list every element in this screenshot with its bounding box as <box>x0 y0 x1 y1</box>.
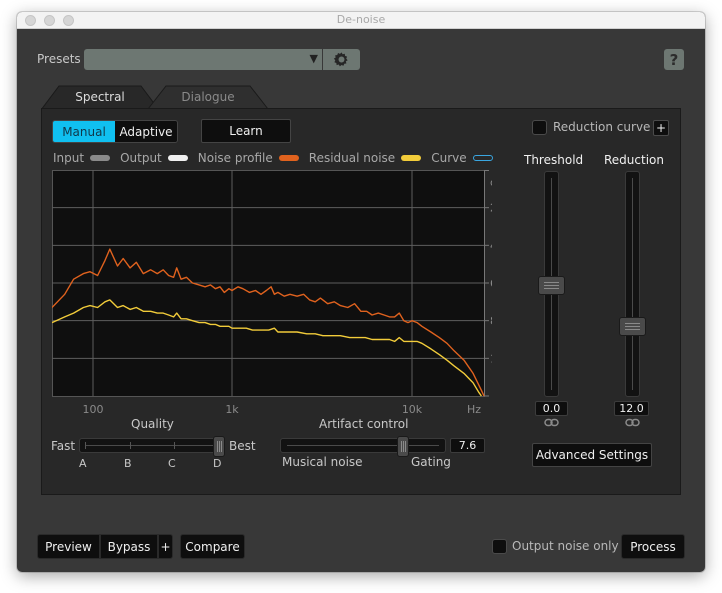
tab-spectral[interactable]: Spectral <box>41 85 159 110</box>
y-tick-label: 20 <box>490 202 492 215</box>
slider-track-line <box>287 445 439 446</box>
legend-label: Output <box>120 151 162 165</box>
threshold-slider-thumb[interactable] <box>538 275 565 295</box>
quality-fast-label: Fast <box>51 439 76 453</box>
gear-icon <box>333 52 348 67</box>
thumb-grip <box>544 287 559 289</box>
thumb-grip <box>404 441 406 452</box>
quality-slider-thumb[interactable] <box>213 436 225 457</box>
presets-label: Presets <box>37 52 81 66</box>
artifact-control-label: Artifact control <box>319 417 409 431</box>
quality-letter-d: D <box>213 457 222 470</box>
legend-swatch <box>278 155 299 161</box>
reduction-label: Reduction <box>604 153 664 167</box>
slider-tick <box>130 442 131 449</box>
legend-item-residual-noise[interactable]: Residual noise <box>308 151 422 165</box>
legend-item-curve[interactable]: Curve <box>431 151 493 165</box>
legend-swatch <box>90 155 111 161</box>
tab-dialogue[interactable]: Dialogue <box>148 85 268 110</box>
output-noise-only-checkbox[interactable] <box>492 539 507 554</box>
spectrum-chart[interactable]: 20 40 60 80 100 dB 100 1k 10k Hz <box>51 170 511 423</box>
output-noise-only-label: Output noise only <box>512 539 619 553</box>
x-unit-label: Hz <box>467 403 481 416</box>
legend-item-output[interactable]: Output <box>120 151 188 165</box>
learn-button[interactable]: Learn <box>201 119 291 143</box>
legend-label: Input <box>53 151 85 165</box>
quality-letter-b: B <box>124 457 132 470</box>
tab-spectral-label: Spectral <box>75 90 125 104</box>
legend-label: Noise profile <box>197 151 273 165</box>
mode-segmented-control: Manual Adaptive <box>52 120 178 143</box>
thumb-grip <box>625 325 640 327</box>
reduction-slider[interactable] <box>619 171 646 397</box>
preset-settings-button[interactable] <box>323 49 360 70</box>
bypass-button[interactable]: Bypass <box>100 534 158 559</box>
bypass-plus-button[interactable]: + <box>158 534 173 559</box>
threshold-value-field[interactable]: 0.0 <box>535 401 568 416</box>
thumb-grip <box>217 441 218 452</box>
reduction-value-field[interactable]: 12.0 <box>614 401 649 416</box>
link-icon[interactable] <box>625 418 640 427</box>
thumb-grip <box>544 284 559 286</box>
mode-manual-button[interactable]: Manual <box>53 121 115 142</box>
slider-track-line <box>86 445 218 446</box>
threshold-slider[interactable] <box>538 171 565 397</box>
preview-button[interactable]: Preview <box>37 534 100 559</box>
presets-dropdown[interactable]: ▼ <box>84 49 322 70</box>
thumb-grip <box>221 441 222 452</box>
x-tick-label: 1k <box>225 403 239 416</box>
musical-noise-label: Musical noise <box>282 455 363 469</box>
legend-swatch <box>401 155 422 161</box>
y-unit-label: dB <box>490 176 492 189</box>
thumb-grip <box>625 328 640 330</box>
quality-letter-c: C <box>168 457 176 470</box>
legend-label: Residual noise <box>308 151 396 165</box>
quality-letter-a: A <box>79 457 87 470</box>
y-tick-label: 80 <box>490 315 492 328</box>
slider-tick <box>174 442 175 449</box>
chart-legend: Input Output Noise profile Residual nois… <box>53 150 503 166</box>
de-noise-window: De-noise Presets ▼ ? Spectral Dialogue M… <box>17 12 705 572</box>
process-button[interactable]: Process <box>621 534 685 559</box>
reduction-curve-label: Reduction curve <box>553 120 651 134</box>
compare-button[interactable]: Compare <box>180 534 245 559</box>
y-tick-label: 40 <box>490 239 492 252</box>
tab-dialogue-label: Dialogue <box>181 90 235 104</box>
thumb-grip <box>625 322 640 324</box>
thumb-grip <box>219 441 220 452</box>
help-button[interactable]: ? <box>664 49 684 70</box>
dropdown-arrow-icon: ▼ <box>309 52 318 65</box>
spectrum-chart-svg: 20 40 60 80 100 dB 100 1k 10k Hz <box>51 170 511 416</box>
legend-swatch <box>167 155 188 161</box>
x-tick-label: 10k <box>402 403 423 416</box>
quality-label: Quality <box>131 417 174 431</box>
link-icon[interactable] <box>544 418 559 427</box>
slider-track-line <box>632 178 633 390</box>
reduction-slider-thumb[interactable] <box>619 316 646 336</box>
window-title: De-noise <box>336 13 386 26</box>
legend-item-input[interactable]: Input <box>53 151 111 165</box>
artifact-control-value-field[interactable]: 7.6 <box>450 438 485 453</box>
thumb-grip <box>400 441 402 452</box>
threshold-label: Threshold <box>524 153 584 167</box>
thumb-grip <box>402 441 404 452</box>
slider-tick <box>85 442 86 449</box>
advanced-settings-button[interactable]: Advanced Settings <box>532 443 652 467</box>
quality-slider[interactable] <box>79 436 225 457</box>
reduction-curve-checkbox[interactable] <box>532 120 547 135</box>
reduction-curve-plus-button[interactable]: + <box>653 120 669 136</box>
y-tick-label: 100 <box>490 352 492 365</box>
mode-adaptive-button[interactable]: Adaptive <box>115 121 177 142</box>
thumb-grip <box>544 281 559 283</box>
legend-swatch <box>472 155 493 161</box>
legend-label: Curve <box>431 151 467 165</box>
title-bar: De-noise <box>17 12 705 29</box>
gating-label: Gating <box>411 455 451 469</box>
y-tick-label: 60 <box>490 277 492 290</box>
x-tick-label: 100 <box>83 403 104 416</box>
artifact-control-slider[interactable] <box>280 436 446 457</box>
artifact-control-slider-thumb[interactable] <box>396 436 409 457</box>
legend-item-noise-profile[interactable]: Noise profile <box>198 151 299 165</box>
quality-best-label: Best <box>229 439 256 453</box>
